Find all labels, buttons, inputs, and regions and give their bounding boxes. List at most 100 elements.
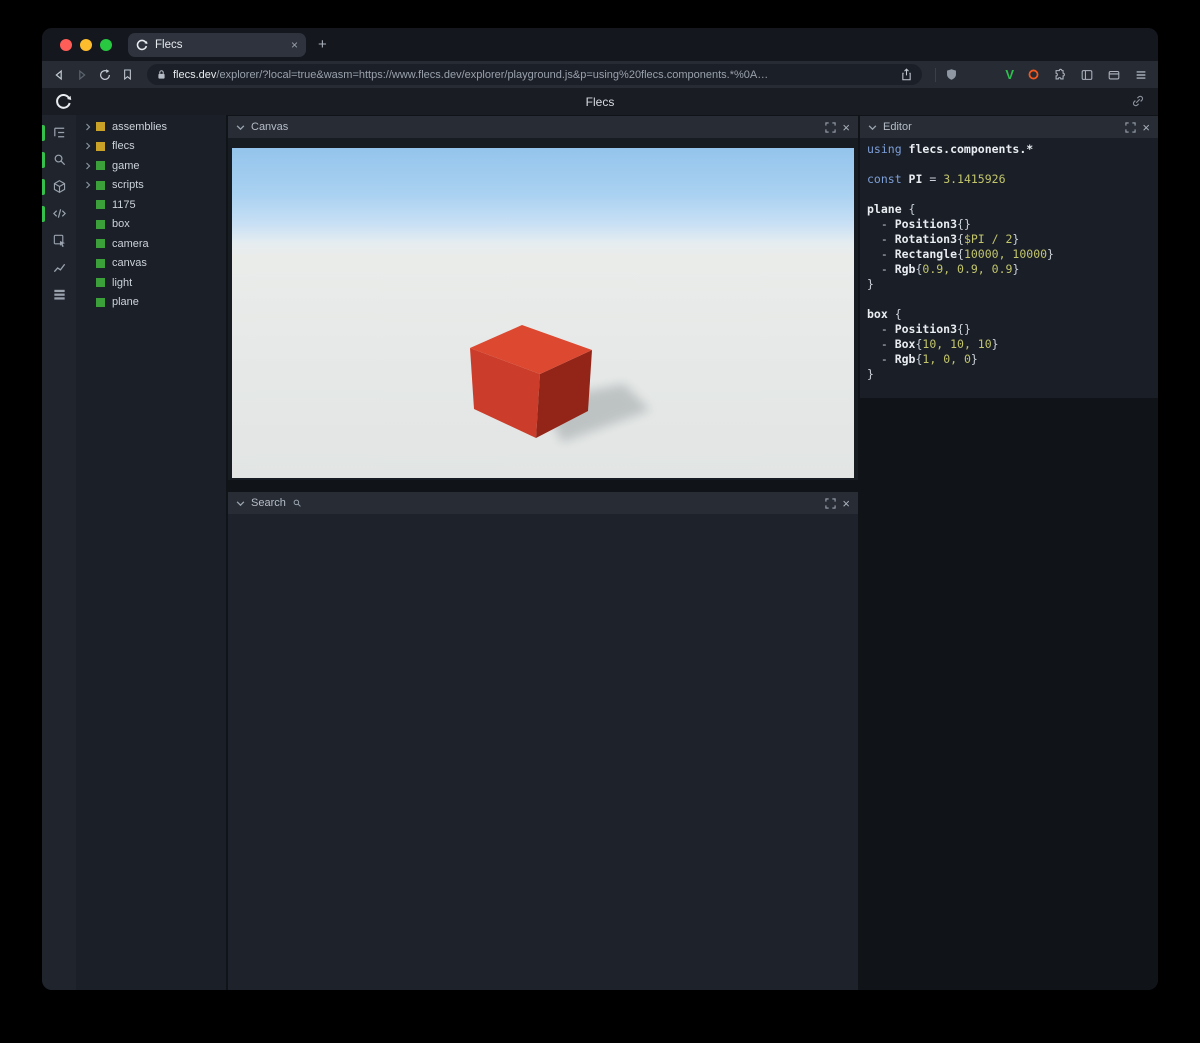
page-title: Flecs (585, 94, 615, 109)
sidebar-toggle-icon[interactable] (1080, 68, 1094, 82)
chevron-down-icon[interactable] (868, 123, 877, 132)
tree-item-camera[interactable]: camera (76, 234, 226, 254)
extensions-puzzle-icon[interactable] (1053, 68, 1067, 82)
tree-item-label: game (112, 159, 140, 172)
entity-color-swatch (96, 141, 105, 151)
tree-item-flecs[interactable]: flecs (76, 137, 226, 157)
expand-panel-icon[interactable] (825, 121, 837, 133)
expand-arrow-icon[interactable] (84, 123, 96, 131)
tree-item-game[interactable]: game (76, 156, 226, 176)
url-domain: flecs.dev (173, 68, 217, 81)
reload-button[interactable] (98, 68, 112, 82)
code-line: - Rgb{0.9, 0.9, 0.9} (867, 262, 1020, 276)
close-panel-icon[interactable]: × (1142, 121, 1150, 134)
expand-panel-icon[interactable] (1125, 121, 1137, 133)
url-text: flecs.dev/explorer/?local=true&wasm=http… (173, 69, 894, 81)
window-controls (60, 38, 112, 51)
toolbar-divider (935, 67, 937, 82)
canvas-panel-title: Canvas (251, 121, 289, 133)
expand-arrow-icon[interactable] (84, 142, 96, 150)
tab-close-icon[interactable]: × (291, 38, 298, 52)
chart-icon[interactable] (42, 254, 76, 281)
close-panel-icon[interactable]: × (842, 497, 850, 510)
code-line: - Rgb{1, 0, 0} (867, 352, 978, 366)
entity-color-swatch (96, 278, 105, 288)
entity-color-swatch (96, 258, 105, 268)
back-button[interactable] (52, 68, 66, 82)
expand-arrow-icon[interactable] (84, 162, 96, 170)
entity-color-swatch (96, 297, 105, 307)
rows-icon[interactable] (42, 281, 76, 308)
wallet-icon[interactable] (1107, 68, 1121, 82)
tree-item-1175[interactable]: 1175 (76, 195, 226, 215)
inspect-icon[interactable] (42, 227, 76, 254)
url-path: /explorer/?local=true&wasm=https://www.f… (216, 68, 769, 81)
code-line: const PI = 3.1415926 (867, 172, 1006, 186)
tree-item-label: 1175 (112, 198, 136, 211)
new-tab-button[interactable]: + (318, 36, 327, 53)
menu-icon[interactable] (1134, 68, 1148, 82)
tree-item-label: flecs (112, 140, 135, 153)
active-indicator (42, 205, 45, 222)
cube-icon[interactable] (42, 173, 76, 200)
entity-color-swatch (96, 122, 105, 132)
browser-tab[interactable]: Flecs × (128, 32, 306, 57)
tree-item-assemblies[interactable]: assemblies (76, 117, 226, 137)
shield-icon[interactable] (945, 68, 958, 81)
active-indicator (42, 124, 45, 141)
search-results-area[interactable] (228, 514, 858, 990)
app-content: assemblies flecs game scripts 1175 box camera c… (42, 115, 1158, 990)
search-panel-title: Search (251, 497, 286, 509)
tool-sidebar (42, 115, 76, 990)
tree-item-label: light (112, 276, 133, 289)
tree-item-canvas[interactable]: canvas (76, 254, 226, 274)
close-window-button[interactable] (60, 38, 72, 51)
minimize-window-button[interactable] (80, 38, 92, 51)
address-bar[interactable]: flecs.dev/explorer/?local=true&wasm=http… (147, 64, 923, 85)
active-indicator (42, 178, 45, 195)
tree-item-plane[interactable]: plane (76, 293, 226, 313)
forward-button[interactable] (75, 68, 89, 82)
search-icon[interactable] (42, 146, 76, 173)
chevron-down-icon[interactable] (236, 123, 245, 132)
zoom-window-button[interactable] (100, 38, 112, 51)
expand-arrow-icon[interactable] (84, 181, 96, 189)
code-line: plane { (867, 202, 916, 216)
code-line: using flecs.components.* (867, 142, 1034, 156)
browser-toolbar: flecs.dev/explorer/?local=true&wasm=http… (42, 61, 1158, 88)
active-indicator (42, 151, 45, 168)
editor-code[interactable]: using flecs.components.* const PI = 3.14… (860, 138, 1158, 398)
tree-item-light[interactable]: light (76, 273, 226, 293)
hierarchy-icon[interactable] (42, 119, 76, 146)
canvas-panel: Canvas × (228, 116, 858, 480)
tree-item-label: plane (112, 296, 139, 309)
tree-item-box[interactable]: box (76, 215, 226, 235)
chevron-down-icon[interactable] (236, 499, 245, 508)
share-link-icon[interactable] (1131, 94, 1145, 108)
code-line: } (867, 367, 874, 381)
record-extension-icon[interactable] (1027, 68, 1040, 81)
entity-color-swatch (96, 161, 105, 171)
entity-color-swatch (96, 180, 105, 190)
tree-item-scripts[interactable]: scripts (76, 176, 226, 196)
tree-item-label: camera (112, 237, 149, 250)
entity-color-swatch (96, 200, 105, 210)
share-icon[interactable] (900, 68, 913, 81)
search-panel: Search × (228, 492, 858, 990)
code-icon[interactable] (42, 200, 76, 227)
close-panel-icon[interactable]: × (842, 121, 850, 134)
search-panel-header: Search × (228, 492, 858, 514)
code-line: - Box{10, 10, 10} (867, 337, 999, 351)
tree-item-label: scripts (112, 179, 144, 192)
code-line: box { (867, 307, 902, 321)
bookmark-icon[interactable] (121, 68, 134, 81)
entity-tree: assemblies flecs game scripts 1175 box camera c… (76, 115, 226, 990)
expand-panel-icon[interactable] (825, 497, 837, 509)
editor-panel-title: Editor (883, 121, 912, 133)
search-icon (292, 498, 302, 508)
3d-viewport[interactable] (232, 148, 854, 478)
v-extension-icon[interactable]: V (1005, 67, 1014, 82)
